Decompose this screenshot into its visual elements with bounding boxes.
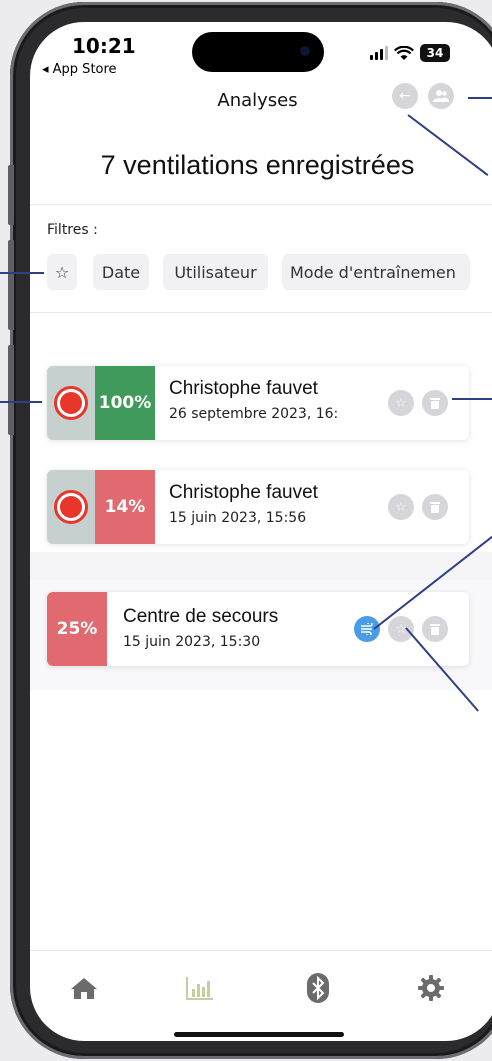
wind-icon [361, 623, 373, 635]
star-icon: ☆ [395, 395, 407, 411]
side-button [8, 345, 14, 435]
breathing-info-button[interactable] [354, 616, 380, 642]
recording-date: 26 septembre 2023, 16: [169, 406, 339, 422]
favorite-button[interactable]: ☆ [388, 494, 414, 520]
divider [30, 312, 492, 313]
annotation-line [0, 272, 44, 274]
arrow-left-icon: ← [399, 88, 411, 104]
record-icon [54, 490, 88, 524]
tab-analyses[interactable] [182, 970, 218, 1006]
trash-icon [430, 398, 440, 409]
filter-user[interactable]: Utilisateur [163, 254, 268, 290]
recording-name: Centre de secours [123, 606, 279, 627]
delete-button[interactable] [422, 494, 448, 520]
status-time: 10:21 [72, 34, 136, 58]
tab-settings[interactable] [413, 970, 449, 1006]
trash-icon [430, 502, 440, 513]
tab-home[interactable] [66, 970, 102, 1006]
back-to-app-store[interactable]: ◂ App Store [42, 62, 117, 77]
users-icon [433, 90, 449, 102]
tab-bluetooth[interactable] [300, 970, 336, 1006]
users-button[interactable] [428, 83, 454, 109]
favorite-button[interactable]: ☆ [388, 616, 414, 642]
divider [30, 204, 492, 205]
battery-indicator: 34 [420, 44, 450, 62]
chart-icon [186, 977, 213, 1000]
app-screen: 10:21 ◂ App Store 34 Analyses ← 7 ventil… [30, 22, 492, 1041]
filters-label: Filtres : [47, 222, 98, 238]
status-icons: 34 [370, 44, 450, 62]
recording-status [47, 470, 95, 544]
recording-card[interactable]: 100% Christophe fauvet 26 septembre 2023… [47, 366, 469, 440]
delete-button[interactable] [422, 390, 448, 416]
annotation-line [468, 97, 492, 99]
recording-date: 15 juin 2023, 15:30 [123, 634, 261, 650]
tab-bar-divider [30, 950, 492, 951]
back-button[interactable]: ← [392, 83, 418, 109]
home-indicator[interactable] [174, 1032, 344, 1037]
recording-date: 15 juin 2023, 15:56 [169, 510, 307, 526]
filter-favorites[interactable]: ☆ [47, 254, 77, 290]
signal-icon [370, 46, 388, 60]
trash-icon [430, 624, 440, 635]
bluetooth-icon [307, 973, 329, 1003]
separator-band [30, 552, 492, 580]
record-icon [54, 386, 88, 420]
delete-button[interactable] [422, 616, 448, 642]
annotation-line [452, 398, 492, 400]
annotation-line [0, 401, 42, 403]
recording-status [47, 366, 95, 440]
home-icon [71, 978, 97, 999]
recordings-count-title: 7 ventilations enregistrées [100, 150, 415, 180]
side-button [8, 240, 14, 330]
favorite-button[interactable]: ☆ [388, 390, 414, 416]
recording-name: Christophe fauvet [169, 378, 318, 399]
score-badge: 100% [95, 366, 155, 440]
filter-date[interactable]: Date [93, 254, 149, 290]
star-icon: ☆ [54, 262, 70, 282]
dynamic-island [192, 32, 324, 72]
side-button [8, 165, 14, 225]
recording-name: Christophe fauvet [169, 482, 318, 503]
star-icon: ☆ [395, 499, 407, 515]
filter-training-mode[interactable]: Mode d'entraînemen [282, 254, 470, 290]
gear-icon [418, 975, 444, 1001]
wifi-icon [394, 45, 414, 60]
score-badge: 25% [47, 592, 107, 666]
recording-card[interactable]: 14% Christophe fauvet 15 juin 2023, 15:5… [47, 470, 469, 544]
score-badge: 14% [95, 470, 155, 544]
